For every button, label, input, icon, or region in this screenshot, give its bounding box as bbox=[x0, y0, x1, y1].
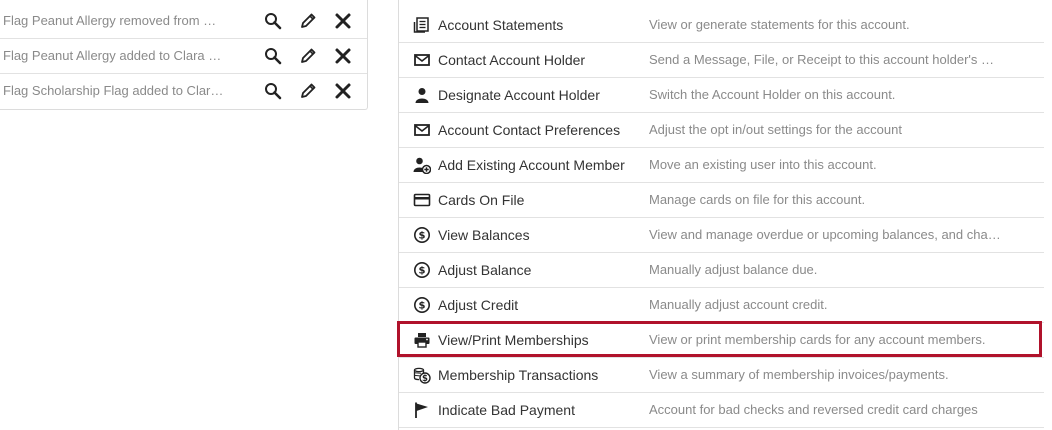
svg-text:$: $ bbox=[419, 231, 426, 242]
action-description: View and manage overdue or upcoming bala… bbox=[649, 227, 1001, 242]
dollar-circle-icon: $ bbox=[413, 226, 431, 244]
action-description: Manually adjust account credit. bbox=[649, 297, 828, 312]
action-label[interactable]: Membership Transactions bbox=[438, 358, 598, 392]
action-description: Manage cards on file for this account. bbox=[649, 192, 866, 207]
action-label[interactable]: Designate Account Holder bbox=[438, 78, 600, 112]
action-label[interactable]: Account Statements bbox=[438, 8, 563, 42]
statement-icon bbox=[413, 16, 431, 34]
user-icon bbox=[413, 86, 431, 104]
notes-panel: Flag Peanut Allergy removed from Clar...… bbox=[0, 0, 368, 110]
action-label[interactable]: Contact Account Holder bbox=[438, 43, 585, 77]
svg-text:$: $ bbox=[419, 266, 426, 277]
flag-icon bbox=[413, 401, 431, 419]
svg-text:$: $ bbox=[419, 301, 426, 312]
action-row-adjust-balance[interactable]: $ Adjust Balance Manually adjust balance… bbox=[399, 253, 1044, 288]
action-row-cards-on-file[interactable]: Cards On File Manage cards on file for t… bbox=[399, 183, 1044, 218]
action-description: Account for bad checks and reversed cred… bbox=[649, 402, 978, 417]
edit-note-pencil-icon[interactable] bbox=[299, 47, 317, 65]
action-label[interactable]: Cards On File bbox=[438, 183, 524, 217]
action-label[interactable]: Adjust Credit bbox=[438, 288, 518, 322]
action-description: View or print membership cards for any a… bbox=[649, 332, 986, 347]
action-row-account-contact-preferences[interactable]: Account Contact Preferences Adjust the o… bbox=[399, 113, 1044, 148]
action-row-adjust-credit[interactable]: $ Adjust Credit Manually adjust account … bbox=[399, 288, 1044, 323]
action-row-membership-transactions[interactable]: $ Membership Transactions View a summary… bbox=[399, 358, 1044, 393]
note-row: Flag Scholarship Flag added to Clara Si.… bbox=[0, 74, 367, 108]
view-note-search-icon[interactable] bbox=[264, 47, 282, 65]
printer-icon bbox=[413, 331, 431, 349]
credit-card-icon bbox=[413, 191, 431, 209]
action-row-add-existing-account-member[interactable]: Add Existing Account Member Move an exis… bbox=[399, 148, 1044, 183]
action-label[interactable]: View/Print Memberships bbox=[438, 323, 589, 357]
action-row-view-balances[interactable]: $ View Balances View and manage overdue … bbox=[399, 218, 1044, 253]
action-description: View or generate statements for this acc… bbox=[649, 17, 910, 32]
edit-note-pencil-icon[interactable] bbox=[299, 12, 317, 30]
action-row-designate-account-holder[interactable]: Designate Account Holder Switch the Acco… bbox=[399, 78, 1044, 113]
svg-text:$: $ bbox=[422, 374, 428, 384]
dollar-circle-icon: $ bbox=[413, 296, 431, 314]
delete-note-close-icon[interactable] bbox=[334, 12, 352, 30]
action-label[interactable]: View Balances bbox=[438, 218, 530, 252]
action-row-view-print-memberships[interactable]: View/Print Memberships View or print mem… bbox=[399, 323, 1044, 358]
action-description: Manually adjust balance due. bbox=[649, 262, 818, 277]
action-description: Adjust the opt in/out settings for the a… bbox=[649, 122, 902, 137]
action-description: Send a Message, File, or Receipt to this… bbox=[649, 52, 1001, 67]
note-text: Flag Peanut Allergy added to Clara Sie..… bbox=[3, 48, 225, 63]
action-description: View a summary of membership invoices/pa… bbox=[649, 367, 949, 382]
account-actions-list: Account Statements View or generate stat… bbox=[398, 0, 1044, 430]
edit-note-pencil-icon[interactable] bbox=[299, 82, 317, 100]
note-text: Flag Scholarship Flag added to Clara Si.… bbox=[3, 83, 225, 98]
delete-note-close-icon[interactable] bbox=[334, 82, 352, 100]
action-row-account-statements[interactable]: Account Statements View or generate stat… bbox=[399, 8, 1044, 43]
action-label[interactable]: Indicate Bad Payment bbox=[438, 393, 575, 427]
envelope-icon bbox=[413, 51, 431, 69]
action-label[interactable]: Account Contact Preferences bbox=[438, 113, 620, 147]
action-row-contact-account-holder[interactable]: Contact Account Holder Send a Message, F… bbox=[399, 43, 1044, 78]
note-row: Flag Peanut Allergy removed from Clar... bbox=[0, 4, 367, 39]
dollar-circle-icon: $ bbox=[413, 261, 431, 279]
envelope-icon bbox=[413, 121, 431, 139]
coins-icon: $ bbox=[413, 366, 431, 384]
action-row-indicate-bad-payment[interactable]: Indicate Bad Payment Account for bad che… bbox=[399, 393, 1044, 428]
view-note-search-icon[interactable] bbox=[264, 82, 282, 100]
note-row: Flag Peanut Allergy added to Clara Sie..… bbox=[0, 39, 367, 74]
action-label[interactable]: Adjust Balance bbox=[438, 253, 531, 287]
view-note-search-icon[interactable] bbox=[264, 12, 282, 30]
note-text: Flag Peanut Allergy removed from Clar... bbox=[3, 13, 225, 28]
action-description: Move an existing user into this account. bbox=[649, 157, 877, 172]
action-label[interactable]: Add Existing Account Member bbox=[438, 148, 625, 182]
add-user-icon bbox=[413, 156, 431, 174]
action-description: Switch the Account Holder on this accoun… bbox=[649, 87, 896, 102]
delete-note-close-icon[interactable] bbox=[334, 47, 352, 65]
